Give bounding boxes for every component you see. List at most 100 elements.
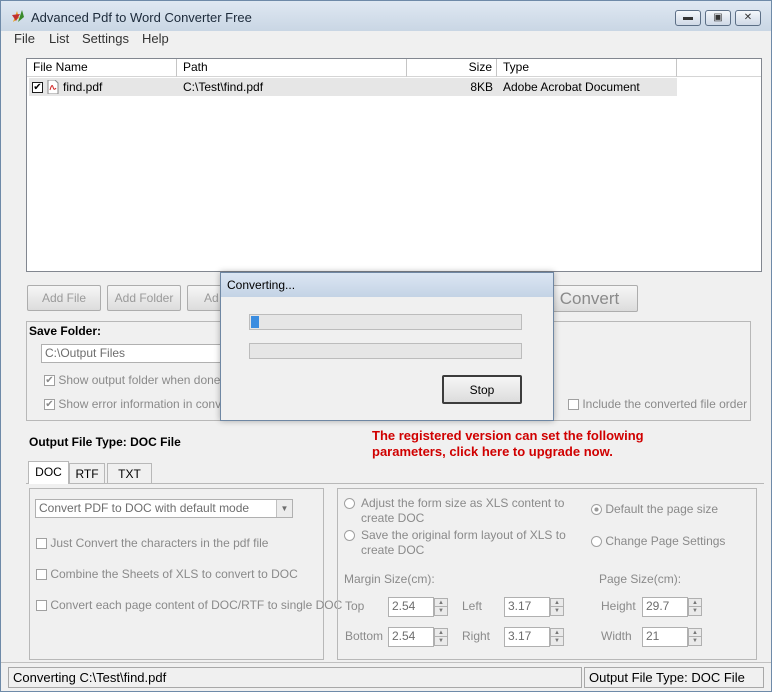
check-icon[interactable]: ✔ [32,82,43,94]
add-folder-button[interactable]: Add Folder [107,285,181,311]
tab-txt[interactable]: TXT [107,463,152,483]
left-input[interactable]: 3.17 [504,597,550,617]
chevron-down-icon[interactable]: ▼ [276,500,292,517]
menu-list[interactable]: List [49,31,69,47]
menu-file[interactable]: File [14,31,35,47]
row-path: C:\Test\find.pdf [183,80,264,94]
row-type: Adobe Acrobat Document [503,80,640,94]
menu-settings[interactable]: Settings [82,31,129,47]
include-order-option[interactable]: Include the converted file order [568,397,747,411]
menu-bar: File List Settings Help [1,31,771,49]
spin-up-icon[interactable]: ▲ [435,629,447,637]
width-label: Width [601,629,632,643]
spin-up-icon[interactable]: ▲ [689,599,701,607]
right-input[interactable]: 3.17 [504,627,550,647]
column-path[interactable]: Path [177,59,407,77]
show-error-label: Show error information in convers [58,397,238,411]
spin-down-icon[interactable]: ▼ [551,637,563,645]
change-page-radio[interactable] [591,536,602,548]
column-size[interactable]: Size [407,59,497,77]
each-page-option[interactable]: Convert each page content of DOC/RTF to … [36,598,342,612]
page-size-title: Page Size(cm): [599,572,682,586]
column-type[interactable]: Type [497,59,677,77]
row-size: 8KB [470,80,493,94]
output-type-value: DOC File [130,435,181,449]
save-layout-label-2: create DOC [361,543,425,557]
show-error-checkbox[interactable]: ✔ [44,399,55,411]
right-spinner[interactable]: ▲ ▼ [550,628,564,646]
spin-up-icon[interactable]: ▲ [551,599,563,607]
title-bar: Advanced Pdf to Word Converter Free ▬ ▣ … [1,1,771,31]
right-label: Right [462,629,491,643]
file-list[interactable]: File Name Path Size Type ✔ find.pdf C:\T… [26,58,762,272]
top-input[interactable]: 2.54 [388,597,434,617]
bottom-input[interactable]: 2.54 [388,627,434,647]
menu-help[interactable]: Help [142,31,169,47]
adjust-form-radio[interactable] [344,498,355,510]
height-label: Height [601,599,636,613]
spin-down-icon[interactable]: ▼ [689,637,701,645]
adjust-form-option[interactable]: Adjust the form size as XLS content to c… [344,496,564,525]
change-page-option[interactable]: Change Page Settings [591,534,725,548]
add-file-button[interactable]: Add File [27,285,101,311]
spin-down-icon[interactable]: ▼ [551,607,563,615]
file-progress-bar [249,314,522,330]
left-spinner[interactable]: ▲ ▼ [550,598,564,616]
upgrade-link-line1[interactable]: The registered version can set the follo… [372,428,644,443]
column-filler [677,59,761,77]
mode-select[interactable]: Convert PDF to DOC with default mode ▼ [35,499,293,518]
just-convert-checkbox[interactable] [36,538,47,550]
maximize-button[interactable]: ▣ [705,10,731,26]
spin-down-icon[interactable]: ▼ [689,607,701,615]
tab-rtf[interactable]: RTF [69,463,105,483]
default-page-label: Default the page size [605,502,719,516]
default-page-radio[interactable] [591,504,602,516]
stop-button[interactable]: Stop [442,375,522,404]
just-convert-option[interactable]: Just Convert the characters in the pdf f… [36,536,268,550]
include-order-checkbox[interactable] [568,399,579,411]
include-order-label: Include the converted file order [582,397,748,411]
spin-up-icon[interactable]: ▲ [689,629,701,637]
convert-button[interactable]: Convert [541,285,638,312]
height-input[interactable]: 29.7 [642,597,688,617]
status-path: C:\Test\find.pdf [79,670,167,685]
default-page-option[interactable]: Default the page size [591,502,718,516]
spin-down-icon[interactable]: ▼ [435,607,447,615]
width-spinner[interactable]: ▲ ▼ [688,628,702,646]
show-output-label: Show output folder when done [58,373,221,387]
app-logo-icon [12,10,24,22]
save-folder-input[interactable]: C:\Output Files [41,344,231,363]
show-output-option[interactable]: ✔ Show output folder when done [44,373,220,387]
status-converting: Converting C:\Test\find.pdf [8,667,582,688]
each-page-checkbox[interactable] [36,600,47,612]
row-checkbox[interactable]: ✔ [32,78,43,96]
minimize-button[interactable]: ▬ [675,10,701,26]
save-layout-radio[interactable] [344,530,355,542]
show-output-checkbox[interactable]: ✔ [44,375,55,387]
save-layout-option[interactable]: Save the original form layout of XLS to … [344,528,566,557]
height-spinner[interactable]: ▲ ▼ [688,598,702,616]
margin-size-title: Margin Size(cm): [344,572,435,586]
spin-up-icon[interactable]: ▲ [435,599,447,607]
mode-select-value: Convert PDF to DOC with default mode [39,501,250,515]
combine-checkbox[interactable] [36,569,47,581]
spin-up-icon[interactable]: ▲ [551,629,563,637]
upgrade-link-line2[interactable]: parameters, click here to upgrade now. [372,444,613,459]
width-input[interactable]: 21 [642,627,688,647]
combine-option[interactable]: Combine the Sheets of XLS to convert to … [36,567,298,581]
status-label: Converting [13,670,76,685]
close-button[interactable]: ✕ [735,10,761,26]
just-convert-label: Just Convert the characters in the pdf f… [50,536,269,550]
output-type-label: Output File Type: [29,435,127,449]
column-file-name[interactable]: File Name [27,59,177,77]
output-file-type: Output File Type: DOC File [29,435,181,449]
combine-label: Combine the Sheets of XLS to convert to … [50,567,298,581]
left-label: Left [462,599,483,613]
top-label: Top [345,599,365,613]
top-spinner[interactable]: ▲ ▼ [434,598,448,616]
show-error-option[interactable]: ✔ Show error information in convers [44,397,238,411]
spin-down-icon[interactable]: ▼ [435,637,447,645]
bottom-spinner[interactable]: ▲ ▼ [434,628,448,646]
app-window: Advanced Pdf to Word Converter Free ▬ ▣ … [0,0,772,692]
tab-doc[interactable]: DOC [28,461,69,484]
